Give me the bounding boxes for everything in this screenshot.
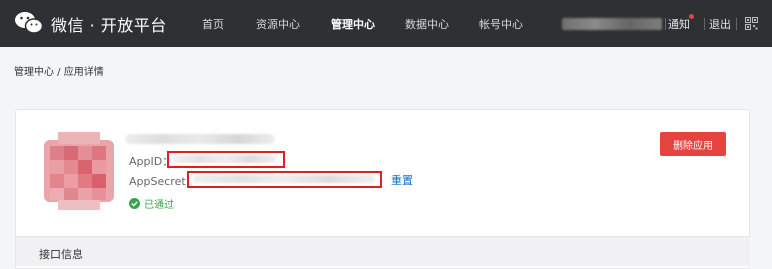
check-circle-icon [129,198,140,209]
reset-secret-link[interactable]: 重置 [391,172,413,188]
nav-management-center[interactable]: 管理中心 [331,16,375,32]
appsecret-value-redacted [193,175,375,183]
site-title[interactable]: 微信 · 开放平台 [51,12,167,36]
nav-resource-center[interactable]: 资源中心 [256,16,300,32]
status-label: 已通过 [144,200,174,211]
app-name-redacted [125,134,275,144]
nav-home[interactable]: 首页 [202,16,224,32]
appid-value-redacted [173,155,277,163]
app-icon-redacted [44,132,114,210]
notice-link[interactable]: 通知 [668,16,690,32]
username-redacted[interactable] [562,18,662,30]
logout-link[interactable]: 退出 [709,16,731,32]
top-navigation-bar: 微信 · 开放平台 首页 资源中心 管理中心 数据中心 帐号中心 通知 退出 [0,0,772,47]
review-status: 已通过 [129,196,174,211]
wechat-logo-icon[interactable] [14,11,44,35]
notice-badge [689,14,694,19]
interface-info-section-header [16,236,750,266]
divider [704,18,705,30]
divider [665,18,666,30]
divider [736,18,737,30]
delete-app-button[interactable]: 删除应用 [660,132,726,156]
section-title: 接口信息 [39,248,83,261]
breadcrumb: 管理中心 / 应用详情 [14,67,104,78]
qrcode-icon[interactable] [745,17,758,30]
nav-data-center[interactable]: 数据中心 [405,16,449,32]
nav-account-center[interactable]: 帐号中心 [479,16,523,32]
